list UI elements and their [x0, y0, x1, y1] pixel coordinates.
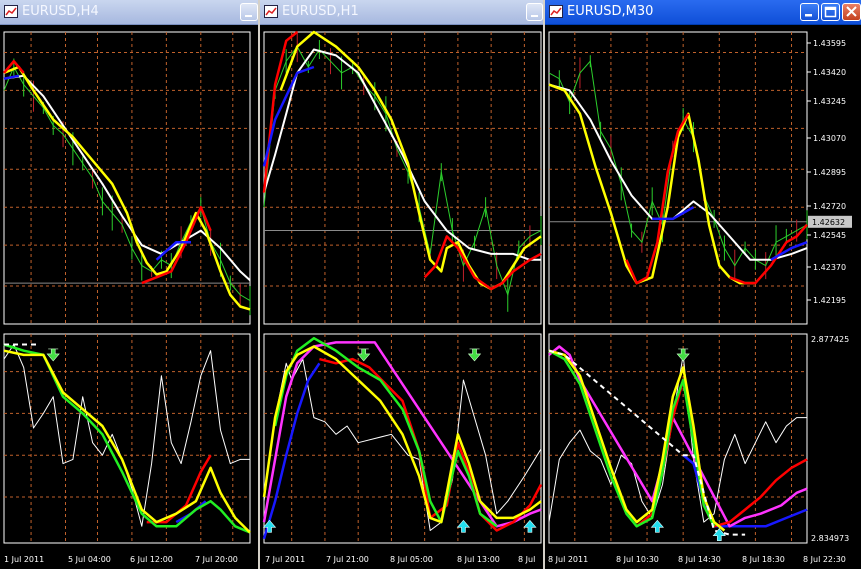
time-axis-label: 8 Jul 22:30: [803, 555, 846, 564]
title-bar[interactable]: EURUSD,M30: [545, 0, 861, 25]
ma-white-line: [548, 83, 808, 261]
maximize-button[interactable]: [821, 3, 840, 21]
window-title: EURUSD,H1: [282, 4, 359, 19]
price-line: [263, 45, 542, 297]
price-axis-label: 1.43245: [813, 97, 846, 106]
minimize-icon: [245, 15, 252, 17]
indicator-series-group: [548, 345, 808, 536]
time-axis-label: 7 Jul 2011: [265, 555, 305, 564]
current-price-label: 1.42632: [812, 218, 845, 227]
price-pane[interactable]: [548, 31, 808, 325]
price-series-group: [3, 58, 251, 316]
sell-arrow-icon: [467, 348, 482, 362]
chart-window-m30[interactable]: EURUSD,M30 8 Jul 2011 8 Jul 10:30 8 Jul 14…: [545, 0, 861, 569]
title-bar[interactable]: EURUSD,H4: [0, 0, 258, 25]
ma-yellow-line: [279, 30, 542, 291]
time-axis-label: 7 Jul 21:00: [326, 555, 369, 564]
minimize-icon: [531, 15, 538, 17]
time-axis-label: 8 Jul 14:30: [678, 555, 721, 564]
ma-white-line: [263, 48, 541, 261]
indicator-series-group: [3, 343, 251, 534]
close-button[interactable]: [842, 3, 861, 21]
oscillator-green-line: [273, 336, 498, 528]
price-axis-label: 1.43070: [813, 134, 846, 143]
price-axis-label: 1.42720: [813, 202, 846, 211]
price-axis-label: 1.42195: [813, 296, 846, 305]
minimize-icon: [805, 14, 812, 17]
minimize-button[interactable]: [526, 3, 543, 21]
time-axis-label: 8 Jul 13:00: [457, 555, 500, 564]
oscillator-red-line: [319, 357, 543, 532]
ma-blue-line: [652, 206, 695, 221]
price-axis-label: 1.42370: [813, 263, 846, 272]
sell-arrow-icon: [676, 348, 690, 362]
time-axis-label: 1 Jul 2011: [4, 555, 44, 564]
ma-yellow-line: [3, 65, 251, 311]
price-pane[interactable]: [3, 31, 251, 325]
oscillator-yellow-line: [3, 349, 251, 534]
time-axis-label: 8 Jul 2011: [548, 555, 588, 564]
time-axis-label: 8 Jul 10:30: [616, 555, 659, 564]
ma-red-line: [262, 31, 298, 193]
oscillator-green-line: [548, 349, 716, 528]
time-axis-label: 8 Jul 05:00: [390, 555, 433, 564]
price-axis-label: 1.43420: [813, 68, 846, 77]
time-axis-label: 8 Jul: [518, 555, 535, 564]
indicator-axis-label: 2.877425: [811, 335, 849, 344]
buy-arrow-icon: [456, 519, 471, 533]
chart-area[interactable]: 1 Jul 2011 5 Jul 04:00 6 Jul 12:00 7 Jul 20…: [0, 25, 258, 569]
chart-area[interactable]: 7 Jul 2011 7 Jul 21:00 8 Jul 05:00 8 Jul 13…: [260, 25, 543, 569]
price-line: [548, 60, 808, 267]
chart-window-h1[interactable]: EURUSD,H1 7 Jul 2011 7 Jul 21:00 8 Jul 05:…: [260, 0, 543, 569]
chart-window-icon: [264, 5, 278, 18]
buy-arrow-icon: [523, 519, 537, 533]
indicator-pane[interactable]: [263, 333, 542, 544]
maximize-icon: [824, 6, 837, 18]
price-series-group: [262, 30, 542, 312]
buy-arrow-icon: [650, 519, 665, 533]
indicator-pane[interactable]: [3, 333, 251, 544]
title-bar[interactable]: EURUSD,H1: [260, 0, 543, 25]
chart-area[interactable]: 8 Jul 2011 8 Jul 10:30 8 Jul 14:30 8 Jul 18…: [545, 25, 861, 569]
time-axis-label: 5 Jul 04:00: [68, 555, 111, 564]
price-axis-label: 1.42545: [813, 231, 846, 240]
chart-window-icon: [549, 5, 563, 18]
sell-arrow-icon: [46, 348, 60, 362]
sell-arrow-icon: [357, 348, 371, 362]
minimize-button[interactable]: [240, 3, 258, 21]
price-pane[interactable]: [263, 31, 542, 325]
price-axis-label: 1.43595: [813, 39, 846, 48]
time-axis-label: 6 Jul 12:00: [130, 555, 173, 564]
price-axis-label: 1.42895: [813, 168, 846, 177]
close-icon: [846, 6, 857, 17]
indicator-axis-label: 2.834973: [811, 534, 849, 543]
chart-window-icon: [4, 5, 18, 18]
window-title: EURUSD,H4: [22, 4, 99, 19]
time-axis-label: 7 Jul 20:00: [195, 555, 238, 564]
minimize-button[interactable]: [800, 3, 819, 21]
time-axis-label: 8 Jul 18:30: [742, 555, 785, 564]
ma-blue-line: [3, 74, 20, 80]
indicator-series-group: [262, 336, 543, 540]
window-title: EURUSD,M30: [567, 4, 654, 19]
chart-window-h4[interactable]: EURUSD,H4 1 Jul 2011 5 Jul 04:00 6 Jul 12:…: [0, 0, 258, 569]
